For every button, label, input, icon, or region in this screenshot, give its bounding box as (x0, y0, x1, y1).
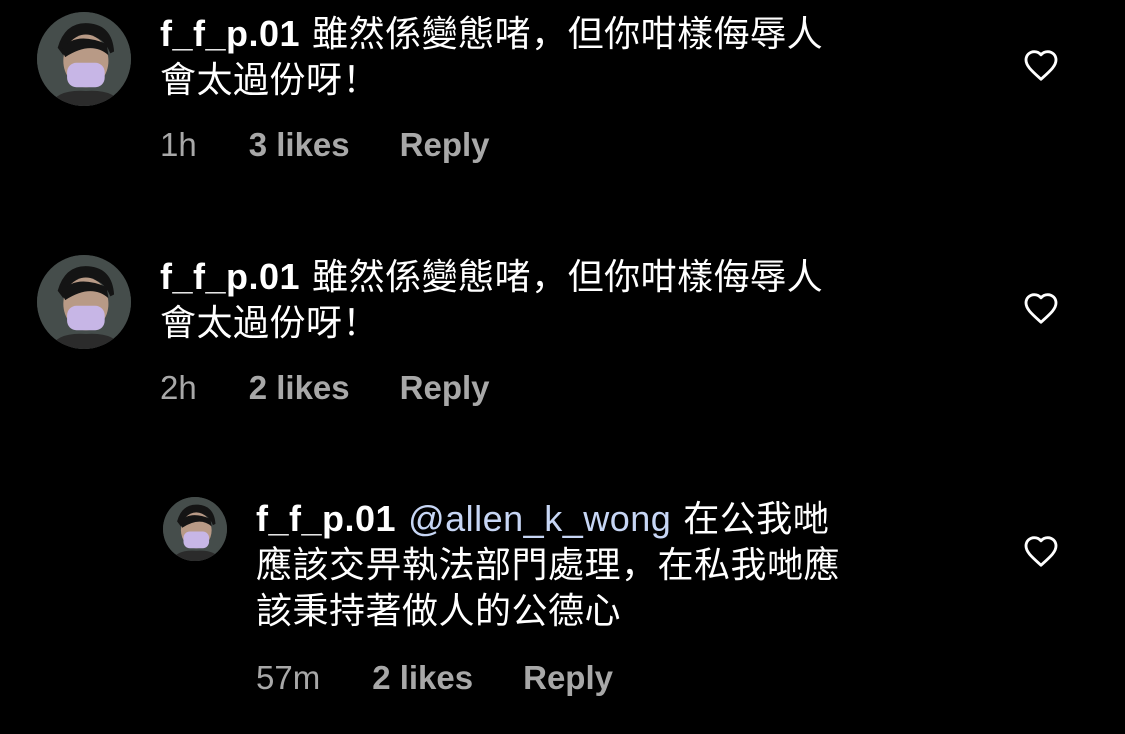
comment-timestamp: 1h (160, 126, 197, 163)
mention-link[interactable]: @allen_k_wong (408, 498, 671, 539)
comment-meta: 57m 2 likes Reply (256, 659, 613, 697)
comment-meta: 1h 3 likes Reply (160, 126, 490, 164)
comment-text-line: 該秉持著做人的公德心 (256, 590, 622, 631)
avatar-photo-icon (37, 255, 131, 349)
likes-count-button[interactable]: 2 likes (249, 369, 350, 407)
comment-username[interactable]: f_f_p.01 (160, 13, 300, 54)
comment-text-line: 在公我哋 (683, 498, 830, 539)
comment-text-line: 應該交畀執法部門處理，在私我哋應 (256, 544, 841, 585)
comment-text-line: 會太過份呀！ (160, 302, 380, 343)
comment-text: f_f_p.01 @allen_k_wong 在公我哋 應該交畀執法部門處理，在私我… (256, 496, 986, 634)
comment-text: f_f_p.01 雖然係變態啫，但你咁樣侮辱人 會太過份呀！ (160, 11, 980, 103)
comment-text-line: 雖然係變態啫，但你咁樣侮辱人 (312, 13, 824, 54)
likes-count-button[interactable]: 2 likes (372, 659, 473, 697)
like-button[interactable] (1023, 48, 1059, 82)
heart-outline-icon (1024, 50, 1058, 81)
reply-button[interactable]: Reply (400, 369, 490, 407)
like-button[interactable] (1023, 534, 1059, 568)
comment-username[interactable]: f_f_p.01 (160, 256, 300, 297)
comment-meta: 2h 2 likes Reply (160, 369, 490, 407)
avatar[interactable] (37, 12, 131, 106)
comment-text-line: 會太過份呀！ (160, 59, 380, 100)
comment-text-line: 雖然係變態啫，但你咁樣侮辱人 (312, 256, 824, 297)
avatar-photo-icon (37, 12, 131, 106)
avatar-photo-icon (163, 497, 227, 561)
like-button[interactable] (1023, 291, 1059, 325)
heart-outline-icon (1024, 536, 1058, 567)
comment-timestamp: 2h (160, 369, 197, 406)
comment-timestamp: 57m (256, 659, 321, 696)
avatar[interactable] (163, 497, 227, 561)
reply-button[interactable]: Reply (400, 126, 490, 164)
reply-button[interactable]: Reply (523, 659, 613, 697)
avatar[interactable] (37, 255, 131, 349)
heart-outline-icon (1024, 293, 1058, 324)
comment-username[interactable]: f_f_p.01 (256, 498, 396, 539)
comment-text: f_f_p.01 雖然係變態啫，但你咁樣侮辱人 會太過份呀！ (160, 254, 980, 346)
likes-count-button[interactable]: 3 likes (249, 126, 350, 164)
